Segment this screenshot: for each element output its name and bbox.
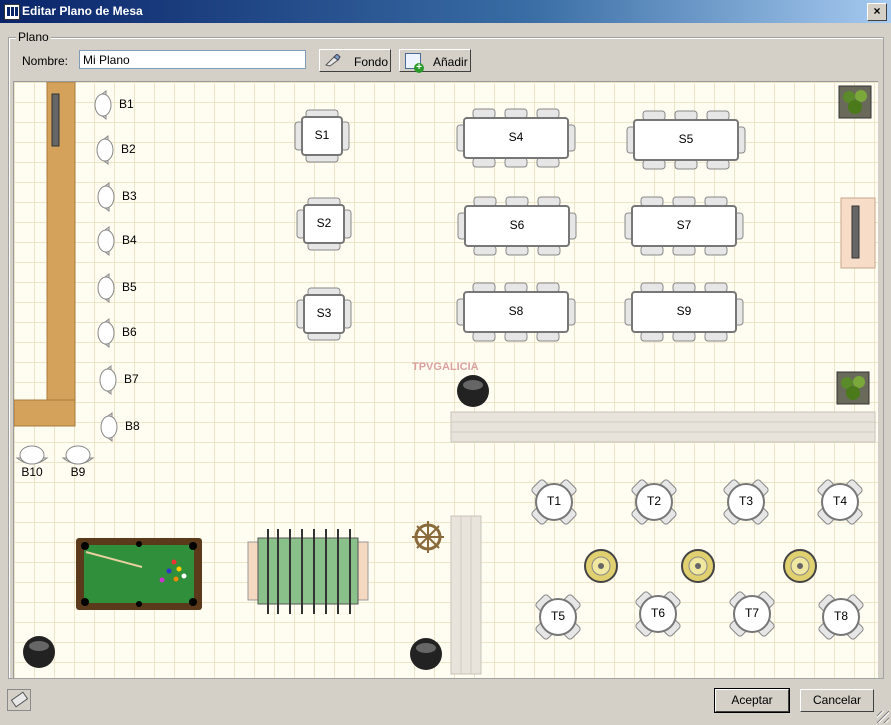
window-title: Editar Plano de Mesa: [22, 4, 143, 18]
anadir-label: Añadir: [433, 55, 468, 69]
table-s9[interactable]: S9: [624, 282, 744, 342]
stool-label: B3: [122, 189, 137, 203]
table-s8[interactable]: S8: [456, 282, 576, 342]
floor-lamp-icon[interactable]: [681, 549, 715, 583]
fondo-button[interactable]: Fondo: [319, 49, 391, 72]
table-t1[interactable]: T1: [531, 479, 578, 526]
door-handle-icon: [851, 205, 860, 259]
name-label: Nombre:: [22, 54, 69, 68]
bar-stool-b10[interactable]: B10: [15, 445, 49, 479]
stool-label: B8: [125, 419, 140, 433]
stool-label: B1: [119, 97, 134, 111]
table-label: S9: [677, 304, 692, 318]
floor-lamp-icon[interactable]: [584, 549, 618, 583]
brick-wall-vertical: [450, 515, 482, 675]
table-s4[interactable]: S4: [456, 108, 576, 168]
table-label: S7: [677, 218, 692, 232]
bar-counter-corner: [14, 399, 76, 427]
cancel-button[interactable]: Cancelar: [800, 689, 874, 712]
eraser-icon[interactable]: [7, 689, 31, 711]
table-label: T6: [651, 606, 665, 620]
fondo-label: Fondo: [354, 55, 389, 69]
table-label: S5: [679, 132, 694, 146]
bar-stool-b5[interactable]: B5: [97, 273, 137, 303]
bar-stool-b2[interactable]: B2: [96, 135, 136, 165]
table-t7[interactable]: T7: [729, 591, 776, 638]
paint-brush-icon: [325, 54, 341, 67]
name-input[interactable]: [79, 50, 306, 69]
table-label: T1: [547, 494, 561, 508]
watermark: TPVGALICIA: [412, 361, 479, 373]
table-label: S2: [317, 216, 332, 230]
table-label: T7: [745, 606, 759, 620]
table-s5[interactable]: S5: [626, 110, 746, 170]
brick-wall-horizontal: [450, 411, 876, 443]
table-s3[interactable]: S3: [296, 287, 352, 341]
pool-table[interactable]: [76, 538, 202, 610]
table-s2[interactable]: S2: [296, 197, 352, 251]
table-s1[interactable]: S1: [294, 109, 350, 163]
table-t8[interactable]: T8: [818, 594, 865, 641]
table-label: T2: [647, 494, 661, 508]
anadir-button[interactable]: Añadir: [399, 49, 471, 73]
group-label: Plano: [16, 30, 51, 44]
bar-stool-b7[interactable]: B7: [99, 365, 139, 395]
app-icon: [4, 4, 20, 20]
floor-plan-canvas[interactable]: TPVGALICIA B1 B2 B3 B4 B5 B6 B7 B8 B10 B…: [13, 81, 878, 678]
table-label: T3: [739, 494, 753, 508]
bar-stool-b6[interactable]: B6: [97, 318, 137, 348]
stool-label: B10: [21, 465, 43, 479]
table-t5[interactable]: T5: [535, 594, 582, 641]
table-label: S1: [315, 128, 330, 142]
stool-label: B7: [124, 372, 139, 386]
footer-bar: Aceptar Cancelar: [0, 683, 891, 725]
stool-label: B2: [121, 142, 136, 156]
beer-tap-icon: [51, 93, 60, 147]
table-s6[interactable]: S6: [457, 196, 577, 256]
plant-icon[interactable]: [838, 85, 872, 119]
resize-grip[interactable]: [877, 711, 889, 723]
bar-stool-b8[interactable]: B8: [100, 412, 140, 442]
table-t4[interactable]: T4: [817, 479, 864, 526]
bar-stool-b1[interactable]: B1: [94, 90, 134, 120]
tables-layer: S1 S2 S3 S4 S5 S6 S7 S8 S9 T1 T2 T3 T4 T5 T6 T7 T8: [294, 108, 865, 641]
bar-stool-b9[interactable]: B9: [61, 445, 95, 479]
stool-label: B5: [122, 280, 137, 294]
close-button[interactable]: ×: [867, 3, 887, 21]
bar-stool-b4[interactable]: B4: [97, 226, 137, 256]
foosball-table[interactable]: [247, 529, 369, 614]
trash-bin-icon[interactable]: [23, 636, 55, 668]
ship-wheel-icon[interactable]: [412, 521, 444, 553]
table-label: T8: [834, 609, 848, 623]
table-t3[interactable]: T3: [723, 479, 770, 526]
title-bar: Editar Plano de Mesa ×: [0, 0, 891, 23]
table-label: T4: [833, 494, 847, 508]
table-s7[interactable]: S7: [624, 196, 744, 256]
table-t6[interactable]: T6: [635, 591, 682, 638]
floor-lamp-icon[interactable]: [783, 549, 817, 583]
accept-button[interactable]: Aceptar: [714, 688, 790, 713]
table-label: S8: [509, 304, 524, 318]
add-item-icon: [405, 53, 424, 73]
table-t2[interactable]: T2: [631, 479, 678, 526]
trash-bin-icon[interactable]: [410, 638, 442, 670]
stool-label: B9: [71, 465, 86, 479]
table-label: S3: [317, 306, 332, 320]
bar-counter[interactable]: [46, 82, 76, 423]
trash-bin-icon[interactable]: [457, 375, 489, 407]
stool-label: B6: [122, 325, 137, 339]
stool-label: B4: [122, 233, 137, 247]
table-label: S4: [509, 130, 524, 144]
table-label: T5: [551, 609, 565, 623]
table-label: S6: [510, 218, 525, 232]
plant-icon[interactable]: [836, 371, 870, 405]
bar-stool-b3[interactable]: B3: [97, 182, 137, 212]
